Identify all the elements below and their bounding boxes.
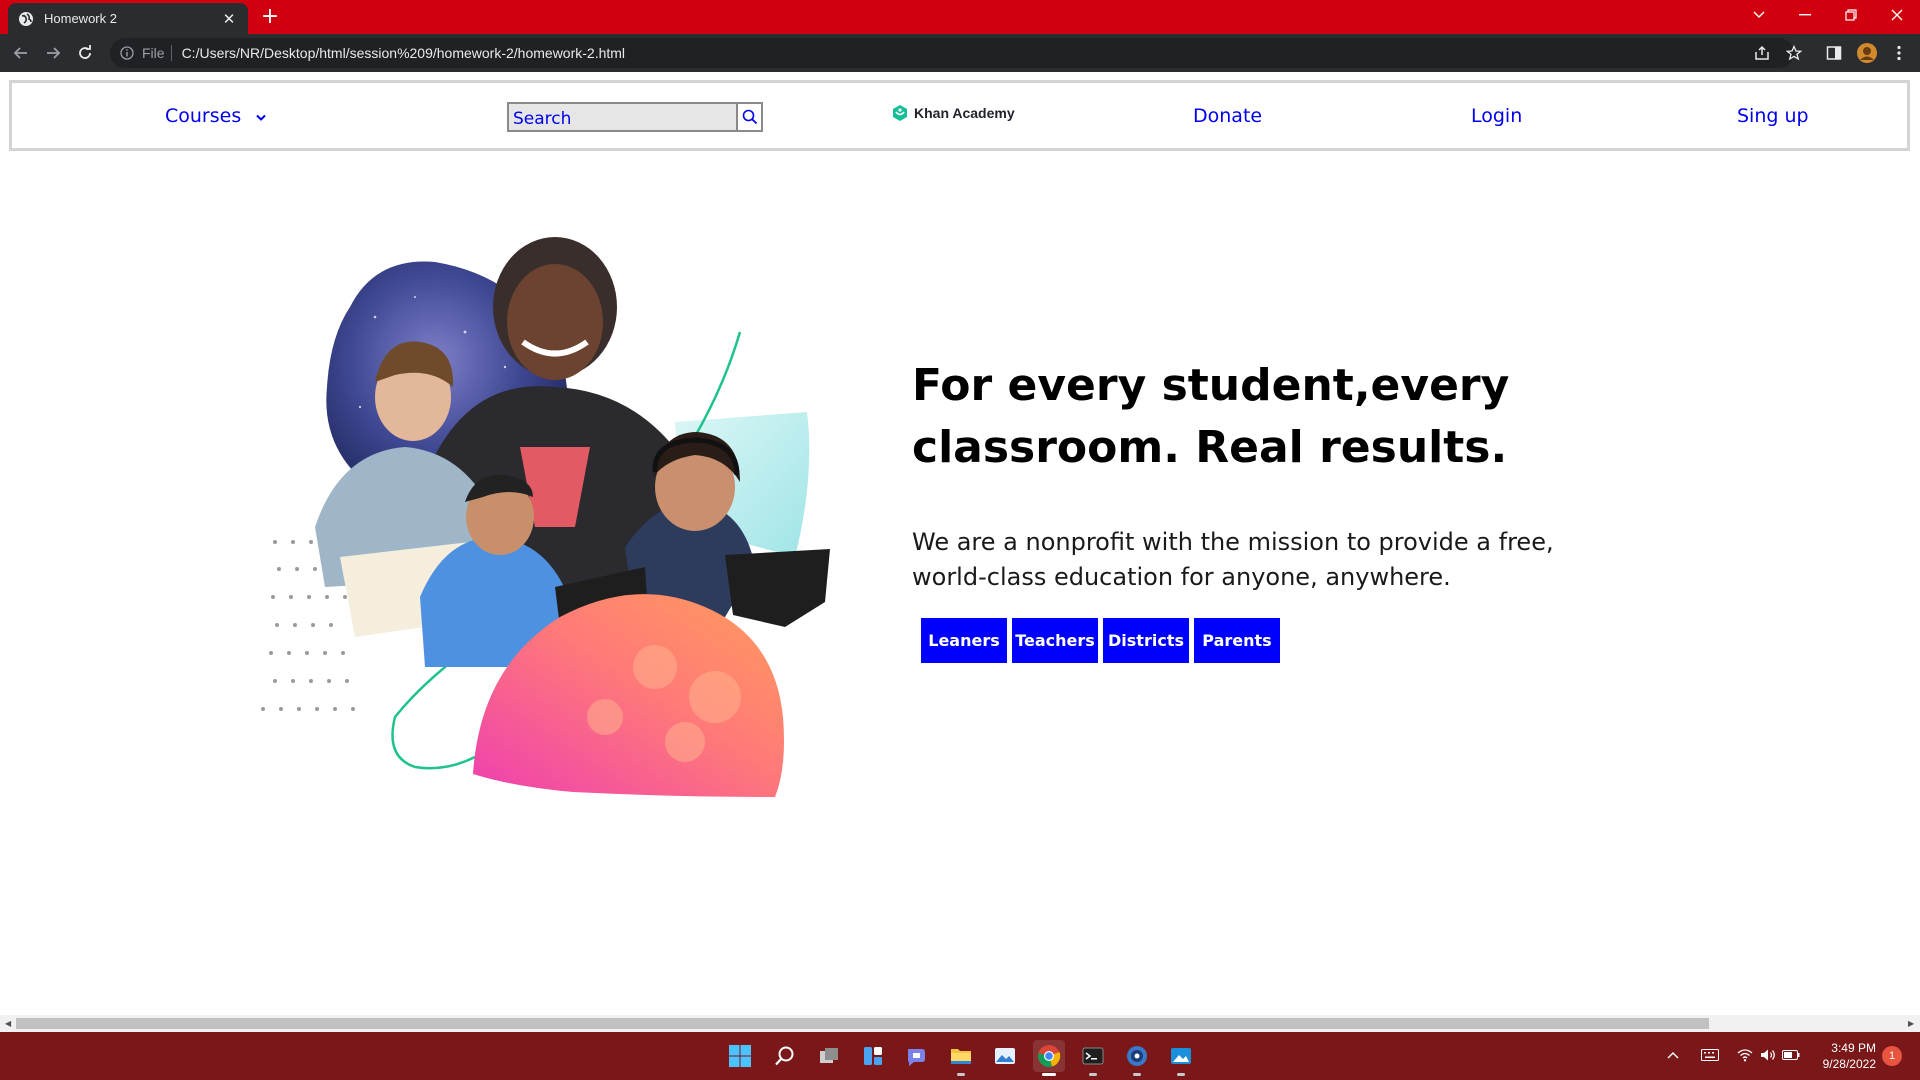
chevron-down-icon — [256, 114, 266, 121]
menu-kebab-icon[interactable] — [1888, 42, 1910, 64]
login-link[interactable]: Login — [1471, 105, 1522, 127]
brand-name: Khan Academy — [914, 105, 1015, 121]
side-panel-icon[interactable] — [1823, 42, 1845, 64]
keyboard-icon[interactable] — [1699, 1044, 1721, 1066]
tab-search-icon[interactable] — [1736, 0, 1782, 30]
tab-title: Homework 2 — [44, 11, 117, 26]
hero-subtitle: We are a nonprofit with the mission to p… — [912, 528, 1554, 591]
signup-link[interactable]: Sing up — [1737, 105, 1809, 127]
khan-academy-logo[interactable]: Khan Academy — [891, 104, 1015, 122]
windows-start-icon[interactable] — [724, 1040, 756, 1072]
courses-dropdown[interactable]: Courses — [165, 105, 267, 127]
profile-avatar[interactable] — [1856, 42, 1878, 64]
clock-time: 3:49 PM — [1831, 1041, 1876, 1055]
audience-buttons: Leaners Teachers Districts Parents — [921, 618, 1280, 663]
teams-chat-icon[interactable] — [901, 1040, 933, 1072]
share-icon[interactable] — [1751, 42, 1773, 64]
windows-taskbar: 3:49 PM 9/28/2022 1 — [0, 1032, 1920, 1080]
info-icon[interactable] — [120, 46, 134, 60]
back-icon[interactable] — [10, 42, 32, 64]
students-collage-image — [261, 237, 830, 797]
search-icon — [742, 109, 757, 125]
browser-toolbar: File C:/Users/NR/Desktop/html/session%20… — [0, 34, 1920, 72]
hero-title: For every student,every classroom. Real … — [912, 360, 1510, 473]
districts-button[interactable]: Districts — [1103, 618, 1189, 663]
scrollbar-thumb[interactable] — [16, 1018, 1709, 1029]
bookmark-star-icon[interactable] — [1783, 42, 1805, 64]
scroll-right-icon[interactable]: ▶ — [1908, 1019, 1914, 1028]
running-indicator — [1177, 1073, 1185, 1076]
chrome-icon[interactable] — [1033, 1040, 1065, 1076]
clock-date: 9/28/2022 — [1822, 1057, 1876, 1071]
minimize-icon[interactable] — [1782, 0, 1828, 30]
file-explorer-icon[interactable] — [945, 1040, 977, 1076]
taskbar-search-icon[interactable] — [769, 1040, 801, 1072]
scheme-label: File — [142, 45, 165, 61]
globe-icon — [19, 11, 33, 26]
horizontal-scrollbar[interactable]: ◀ ▶ — [0, 1015, 1920, 1032]
search-form — [507, 102, 763, 132]
parents-button[interactable]: Parents — [1194, 618, 1280, 663]
app-icon[interactable] — [1121, 1040, 1153, 1076]
reload-icon[interactable] — [74, 42, 96, 64]
photos-icon[interactable] — [989, 1040, 1021, 1072]
wifi-icon[interactable] — [1734, 1044, 1756, 1066]
close-window-icon[interactable] — [1874, 0, 1920, 30]
scroll-left-icon[interactable]: ◀ — [5, 1019, 11, 1028]
running-indicator — [1089, 1073, 1097, 1076]
running-indicator — [957, 1073, 965, 1076]
browser-tab-strip: Homework 2 ✕ + — [0, 0, 1920, 34]
new-tab-button[interactable]: + — [258, 6, 282, 30]
khan-academy-hexagon-icon — [893, 105, 907, 121]
forward-icon[interactable] — [42, 42, 64, 64]
omnibox-divider — [170, 45, 172, 61]
web-page: Courses Khan Academy Donate Login Sing u… — [0, 72, 1920, 1015]
search-input[interactable] — [509, 104, 736, 130]
active-indicator — [1042, 1073, 1056, 1076]
volume-icon[interactable] — [1757, 1044, 1779, 1066]
widgets-icon[interactable] — [857, 1040, 889, 1072]
media-icon[interactable] — [1165, 1040, 1197, 1076]
browser-tab[interactable]: Homework 2 ✕ — [8, 3, 248, 34]
search-button[interactable] — [736, 104, 761, 130]
teachers-button[interactable]: Teachers — [1012, 618, 1098, 663]
site-navbar: Courses Khan Academy Donate Login Sing u… — [9, 80, 1910, 151]
donate-link[interactable]: Donate — [1193, 105, 1262, 127]
task-view-icon[interactable] — [813, 1040, 845, 1072]
learners-button[interactable]: Leaners — [921, 618, 1007, 663]
url-text[interactable]: C:/Users/NR/Desktop/html/session%209/hom… — [182, 45, 625, 61]
notification-badge[interactable]: 1 — [1882, 1046, 1902, 1066]
running-indicator — [1133, 1073, 1141, 1076]
tab-close-icon[interactable]: ✕ — [220, 10, 238, 28]
tray-chevron-up-icon[interactable] — [1662, 1044, 1684, 1066]
terminal-icon[interactable] — [1077, 1040, 1109, 1076]
courses-label: Courses — [165, 105, 242, 127]
system-clock[interactable]: 3:49 PM 9/28/2022 — [1804, 1040, 1876, 1072]
restore-icon[interactable] — [1828, 0, 1874, 30]
battery-icon[interactable] — [1780, 1044, 1802, 1066]
laptop-right-shape — [725, 549, 830, 627]
address-bar[interactable]: File C:/Users/NR/Desktop/html/session%20… — [110, 38, 1794, 68]
